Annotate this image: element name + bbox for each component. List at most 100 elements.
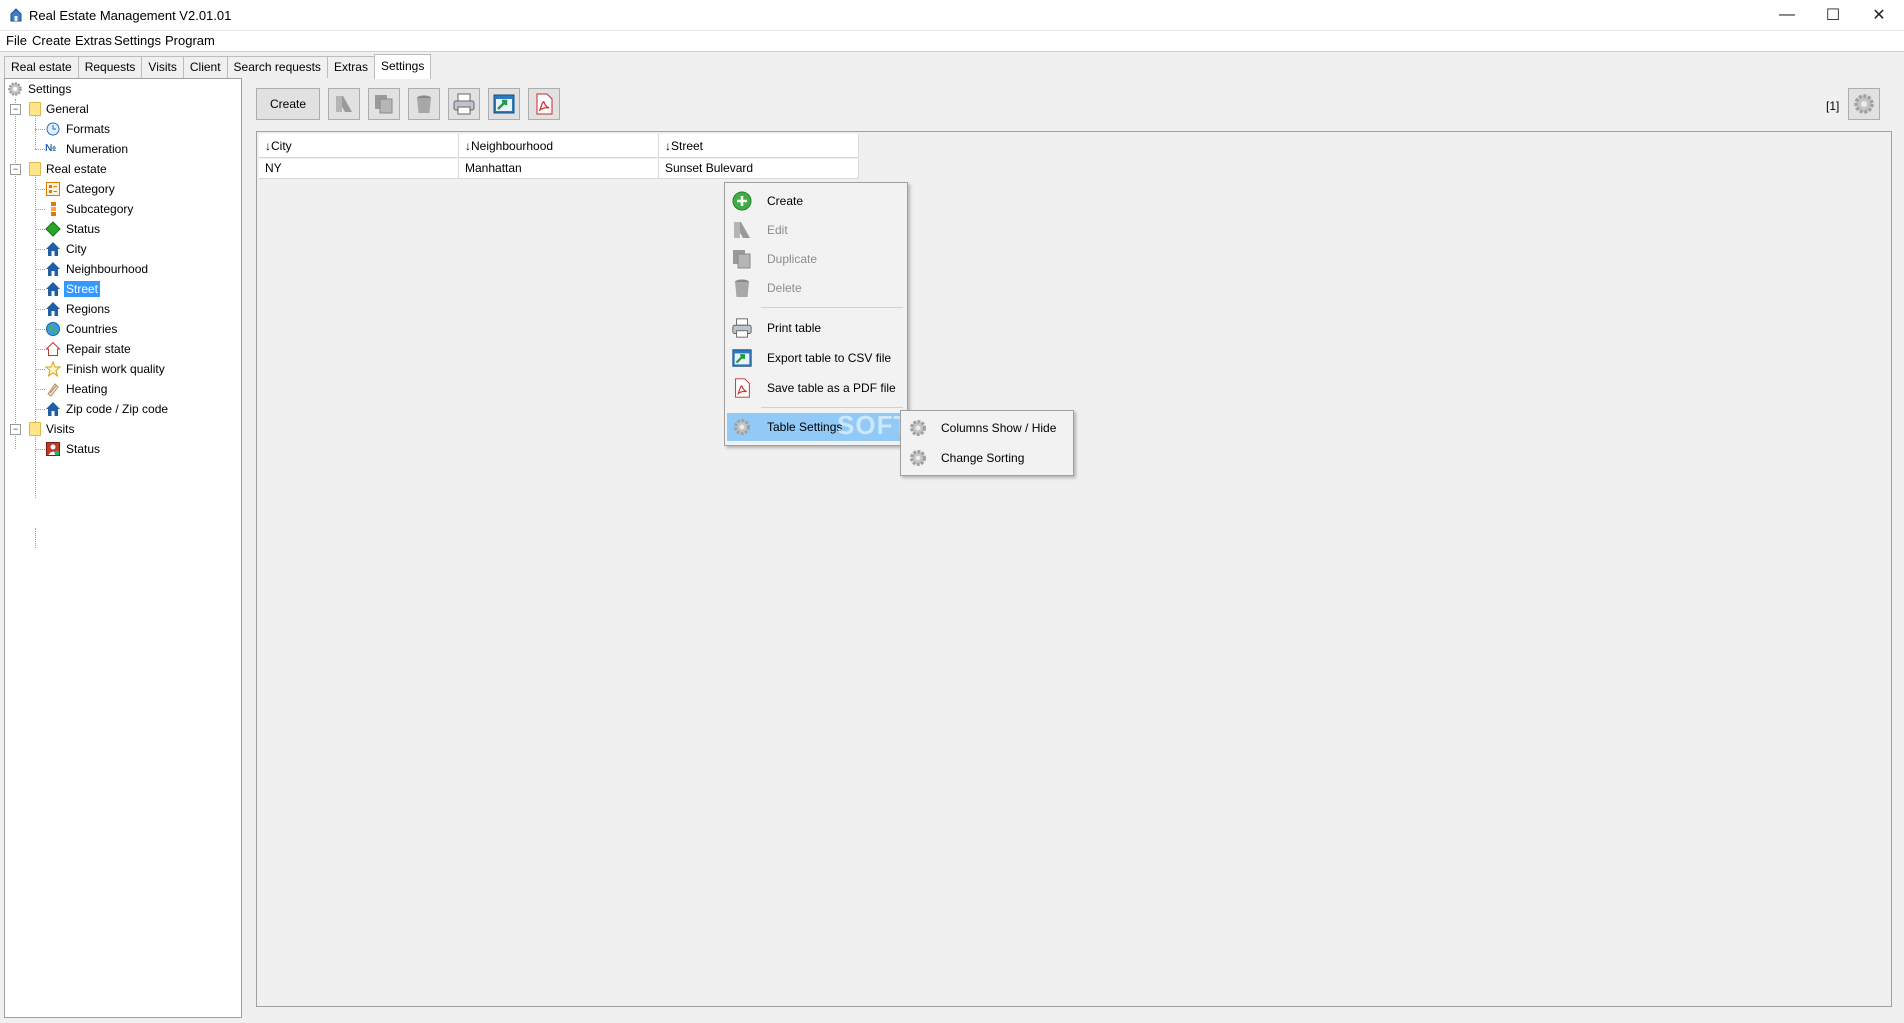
tree-item-subcategory[interactable]: Subcategory [45, 199, 135, 219]
tree-item-city[interactable]: City [45, 239, 89, 259]
star-icon [45, 361, 61, 377]
context-item-label: Duplicate [767, 252, 818, 266]
tree-item-label: Formats [66, 122, 111, 136]
tree-item-finish-work-quality[interactable]: Finish work quality [45, 359, 167, 379]
tab-requests[interactable]: Requests [77, 56, 143, 78]
delete-button[interactable] [408, 88, 440, 120]
context-save-pdf[interactable]: Save table as a PDF file [727, 374, 903, 402]
column-header-city[interactable]: ↓City [259, 134, 459, 158]
tab-visits[interactable]: Visits [141, 56, 184, 78]
category-icon [46, 182, 60, 196]
gear-icon [909, 449, 927, 467]
tab-bar: Real estate Requests Visits Client Searc… [4, 54, 432, 79]
submenu-item-label: Columns Show / Hide [941, 421, 1057, 435]
close-button[interactable]: ✕ [1856, 0, 1902, 30]
tab-real-estate[interactable]: Real estate [4, 56, 79, 78]
title-bar: Real Estate Management V2.01.01 — ☐ ✕ [0, 0, 1904, 31]
tree-item-visit-status[interactable]: Status [45, 439, 102, 459]
menu-bar: File Create Extras Settings Program [0, 31, 1904, 52]
delete-icon [417, 95, 431, 113]
tree-group-label: Real estate [46, 162, 107, 176]
numeration-icon: № [45, 143, 57, 154]
tree-item-status[interactable]: Status [45, 219, 102, 239]
context-item-label: Edit [767, 223, 788, 237]
context-export-csv[interactable]: Export table to CSV file [727, 344, 903, 372]
tree-item-regions[interactable]: Regions [45, 299, 112, 319]
tree-item-countries[interactable]: Countries [45, 319, 119, 339]
tree-root[interactable]: Settings [7, 79, 73, 99]
tab-extras[interactable]: Extras [326, 56, 375, 78]
tree-item-label: Finish work quality [66, 362, 165, 376]
printer-icon [453, 93, 475, 115]
menu-extras[interactable]: Extras [75, 33, 112, 48]
tree-item-label: Regions [66, 302, 111, 316]
submenu-change-sorting[interactable]: Change Sorting [903, 444, 1071, 472]
tree-group-visits[interactable]: Visits [27, 419, 76, 439]
menu-settings[interactable]: Settings [114, 33, 161, 48]
collapse-visits-toggle[interactable]: − [10, 424, 21, 435]
tree-item-label: Heating [66, 382, 108, 396]
context-item-label: Export table to CSV file [767, 351, 892, 365]
visit-status-icon [46, 442, 60, 456]
globe-icon [46, 322, 60, 336]
save-pdf-button[interactable] [528, 88, 560, 120]
minimize-button[interactable]: — [1764, 0, 1810, 30]
table-cell[interactable]: Manhattan [459, 159, 659, 179]
context-item-label: Table Settings [767, 420, 843, 434]
tree-item-label: Status [66, 222, 101, 236]
collapse-real-estate-toggle[interactable]: − [10, 164, 21, 175]
context-item-label: Print table [767, 321, 822, 335]
menu-file[interactable]: File [6, 33, 27, 48]
table-cell[interactable]: Sunset Bulevard [659, 159, 859, 179]
edit-icon [336, 96, 352, 112]
settings-button[interactable] [1848, 88, 1880, 120]
submenu-item-label: Change Sorting [941, 451, 1025, 465]
tree-item-formats[interactable]: Formats [45, 119, 112, 139]
export-csv-button[interactable] [488, 88, 520, 120]
tree-group-real-estate[interactable]: Real estate [27, 159, 109, 179]
menu-create[interactable]: Create [32, 33, 71, 48]
tab-search-requests[interactable]: Search requests [226, 56, 328, 78]
add-icon [732, 191, 752, 211]
tree-item-label: Zip code / Zip code [66, 402, 169, 416]
edit-button[interactable] [328, 88, 360, 120]
tree-item-heating[interactable]: Heating [45, 379, 109, 399]
create-button[interactable]: Create [256, 88, 320, 120]
context-item-label: Delete [767, 281, 802, 295]
pdf-icon [735, 378, 750, 398]
tree-group-general[interactable]: General [27, 99, 91, 119]
tree-item-repair-state[interactable]: Repair state [45, 339, 133, 359]
tree-item-label: Repair state [66, 342, 131, 356]
context-create[interactable]: Create [727, 187, 903, 215]
tab-client[interactable]: Client [182, 56, 228, 78]
tab-settings[interactable]: Settings [373, 54, 432, 79]
tree-item-street[interactable]: Street [45, 279, 101, 299]
export-csv-icon [493, 94, 515, 114]
column-header-street[interactable]: ↓Street [659, 134, 859, 158]
tree-item-zip-code[interactable]: Zip code / Zip code [45, 399, 170, 419]
window-title: Real Estate Management V2.01.01 [29, 8, 232, 23]
tree-item-category[interactable]: Category [45, 179, 117, 199]
menu-program[interactable]: Program [165, 33, 215, 48]
context-print-table[interactable]: Print table [727, 314, 903, 342]
context-delete[interactable]: Delete [727, 274, 903, 302]
context-edit[interactable]: Edit [727, 216, 903, 244]
table-cell[interactable]: NY [259, 159, 459, 179]
house-icon [46, 282, 60, 296]
context-item-label: Save table as a PDF file [767, 381, 896, 395]
formats-icon [46, 122, 60, 136]
tree-item-numeration[interactable]: № Numeration [45, 139, 130, 159]
submenu-columns-show-hide[interactable]: Columns Show / Hide [903, 414, 1071, 442]
tree-item-label: Street [64, 281, 101, 297]
column-header-neighbourhood[interactable]: ↓Neighbourhood [459, 134, 659, 158]
maximize-button[interactable]: ☐ [1810, 0, 1856, 30]
print-button[interactable] [448, 88, 480, 120]
folder-icon [29, 102, 41, 116]
context-duplicate[interactable]: Duplicate [727, 245, 903, 273]
collapse-general-toggle[interactable]: − [10, 104, 21, 115]
table-settings-submenu: Columns Show / Hide Change Sorting [900, 410, 1074, 476]
duplicate-button[interactable] [368, 88, 400, 120]
record-count: [1] [1826, 99, 1840, 113]
gear-icon [733, 418, 751, 436]
tree-item-neighbourhood[interactable]: Neighbourhood [45, 259, 150, 279]
